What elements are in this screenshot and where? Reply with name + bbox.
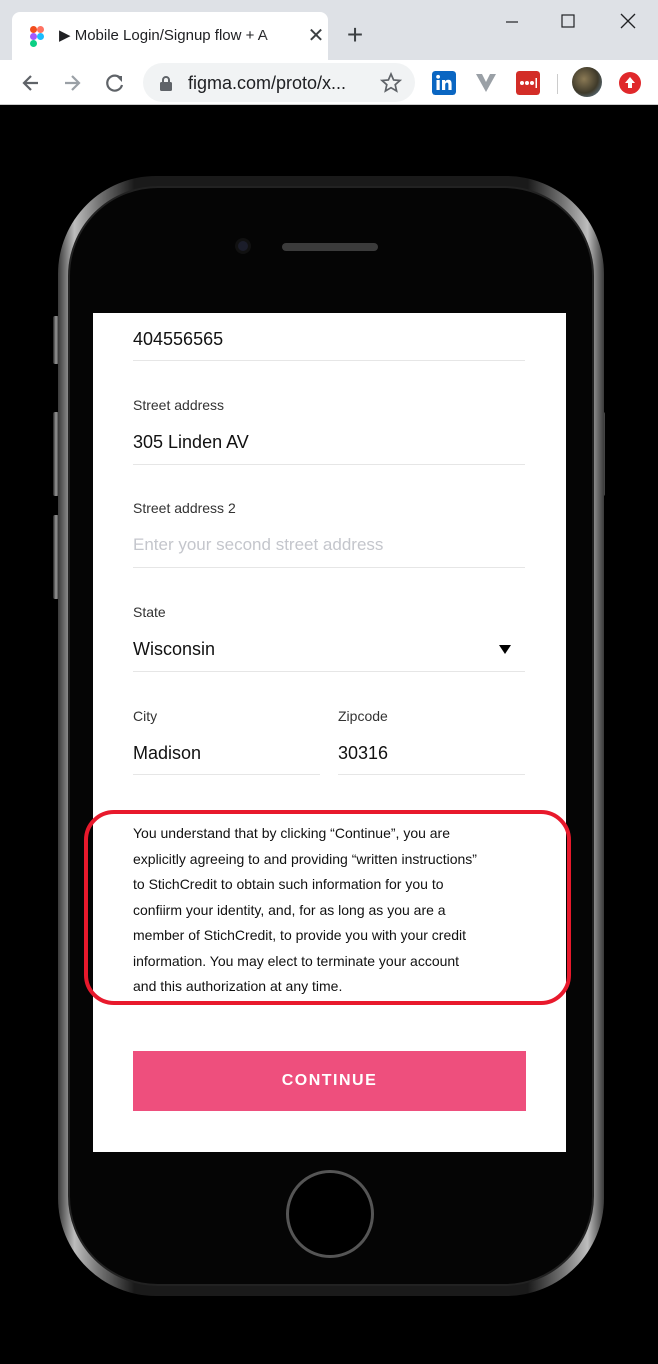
state-select[interactable]: State Wisconsin [133,600,525,672]
street-address-2-field[interactable]: Street address 2 Enter your second stree… [133,497,525,568]
earpiece-speaker [282,243,378,251]
street-address-field[interactable]: Street address 305 Linden AV [133,393,525,465]
star-icon[interactable] [379,71,403,95]
v-icon[interactable] [474,71,498,95]
minimize-icon[interactable] [492,8,532,36]
city-label: City [133,708,158,724]
linkedin-icon[interactable] [432,71,456,95]
highlight-annotation [84,810,571,1005]
street-address-2-label: Street address 2 [133,500,236,516]
zipcode-value: 30316 [338,743,389,763]
zipcode-field[interactable]: Zipcode 30316 [338,704,525,775]
state-label: State [133,604,166,620]
lastpass-icon[interactable] [516,71,540,95]
street-address-2-placeholder: Enter your second street address [133,535,384,554]
street-address-label: Street address [133,397,225,413]
home-button[interactable] [286,1170,374,1258]
url-text: figma.com/proto/x... [188,73,347,93]
continue-button[interactable]: CONTINUE [133,1051,526,1111]
reload-icon[interactable] [100,68,130,98]
tab-title: ▶ Mobile Login/Signup flow + A [59,27,268,44]
city-value: Madison [133,743,202,763]
arrow-right-icon[interactable] [57,68,87,98]
plus-icon[interactable]: + [340,20,370,50]
browser-titlebar: ▶ Mobile Login/Signup flow + A ✕ + [0,0,658,60]
signup-screen: 404556565 Street address 305 Linden AV S… [93,313,566,1152]
zipcode-label: Zipcode [338,708,388,724]
city-field[interactable]: City Madison [133,704,320,775]
figma-icon [30,26,44,47]
maximize-icon[interactable] [548,8,588,36]
toolbar-divider [557,74,558,94]
caret-down-icon [499,645,511,654]
front-camera [235,238,251,254]
state-value: Wisconsin [133,639,216,659]
address-bar[interactable]: figma.com/proto/x... [143,63,415,102]
close-icon[interactable]: ✕ [304,24,328,48]
browser-tab[interactable]: ▶ Mobile Login/Signup flow + A ✕ [12,12,328,60]
avatar[interactable] [572,67,602,97]
arrow-left-icon[interactable] [16,68,46,98]
window-close-icon[interactable] [608,8,648,36]
upload-icon[interactable] [618,71,642,95]
phone-value: 404556565 [133,329,224,349]
street-address-value: 305 Linden AV [133,432,249,452]
browser-toolbar: figma.com/proto/x... [0,60,658,105]
lock-icon [160,76,172,91]
phone-field[interactable]: 404556565 [133,313,525,361]
